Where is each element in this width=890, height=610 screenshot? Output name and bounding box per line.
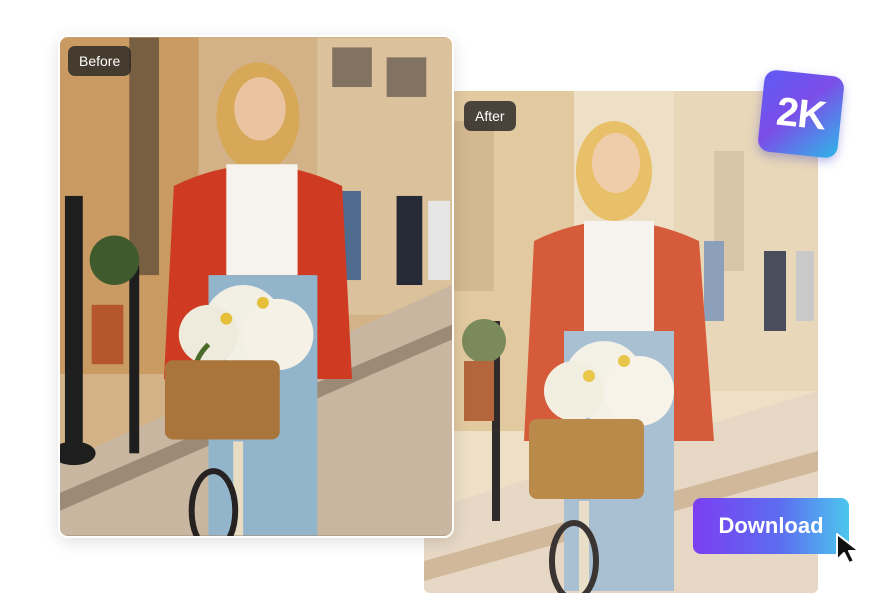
before-label-tag: Before xyxy=(68,46,132,76)
resolution-2k-badge: 2K xyxy=(756,69,846,159)
after-label-tag: After xyxy=(464,101,516,131)
before-image-card: Before xyxy=(58,35,454,538)
before-photo-image xyxy=(60,37,452,536)
pointer-cursor-icon xyxy=(836,533,860,564)
download-button[interactable]: Download xyxy=(693,498,849,554)
